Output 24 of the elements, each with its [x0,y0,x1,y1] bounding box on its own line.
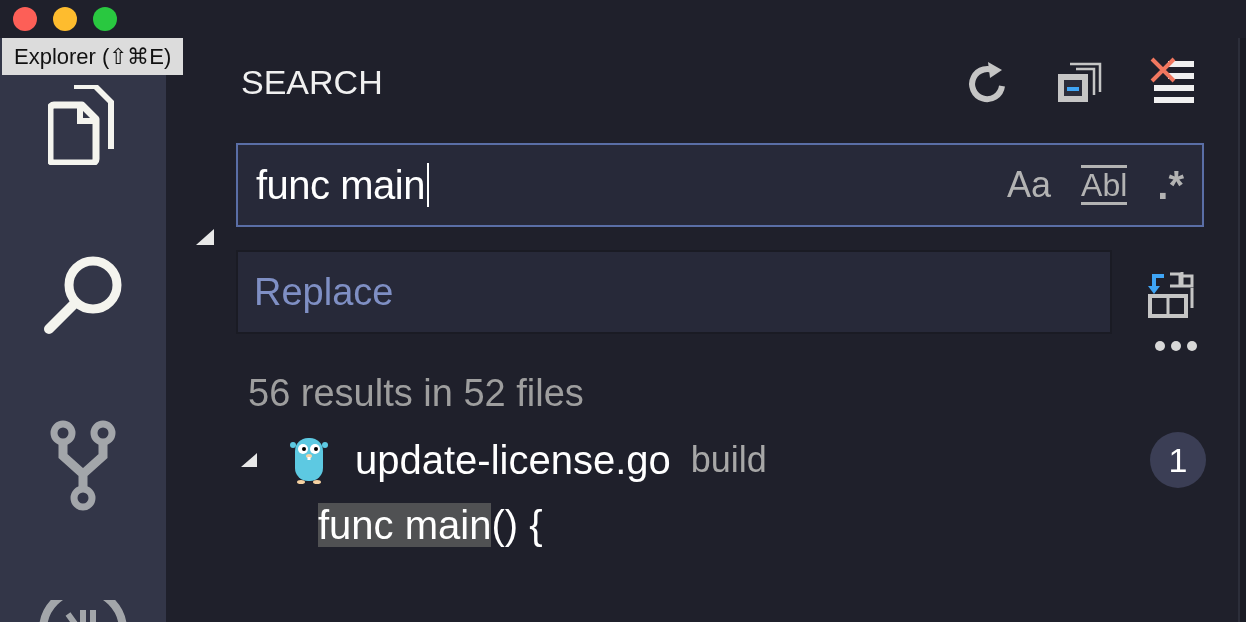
search-value: func main [256,162,425,208]
expanded-triangle-icon[interactable] [241,453,257,467]
window-control-button[interactable] [53,7,77,31]
branch-icon[interactable] [50,420,116,512]
replace-field[interactable]: Replace [236,250,1112,334]
gopher-icon [289,435,329,485]
regex-toggle[interactable]: .* [1157,162,1184,208]
file-name: update-license.go [355,437,671,483]
match-case-toggle[interactable]: Aa [1007,164,1052,206]
refresh-icon[interactable] [966,60,1008,104]
results-summary: 56 results in 52 files [247,372,585,415]
tooltip: Explorer (⇧⌘E) [2,38,184,75]
window-control-button[interactable] [93,7,117,31]
match-line[interactable]: func main() { [196,500,1204,550]
collapse-all-icon[interactable] [1056,60,1102,104]
search-field[interactable]: func main Aa Abl .* [236,143,1204,227]
panel-title: SEARCH [241,62,384,102]
more-icon[interactable] [1154,340,1198,352]
whole-word-toggle[interactable]: Abl [1081,165,1128,205]
match-count-badge: 1 [1150,432,1206,488]
file-result[interactable]: update-license.go build 1 [196,420,1204,500]
window-control-button[interactable] [13,7,37,31]
expanded-triangle-icon[interactable] [196,229,214,245]
folder-name: build [690,439,767,481]
